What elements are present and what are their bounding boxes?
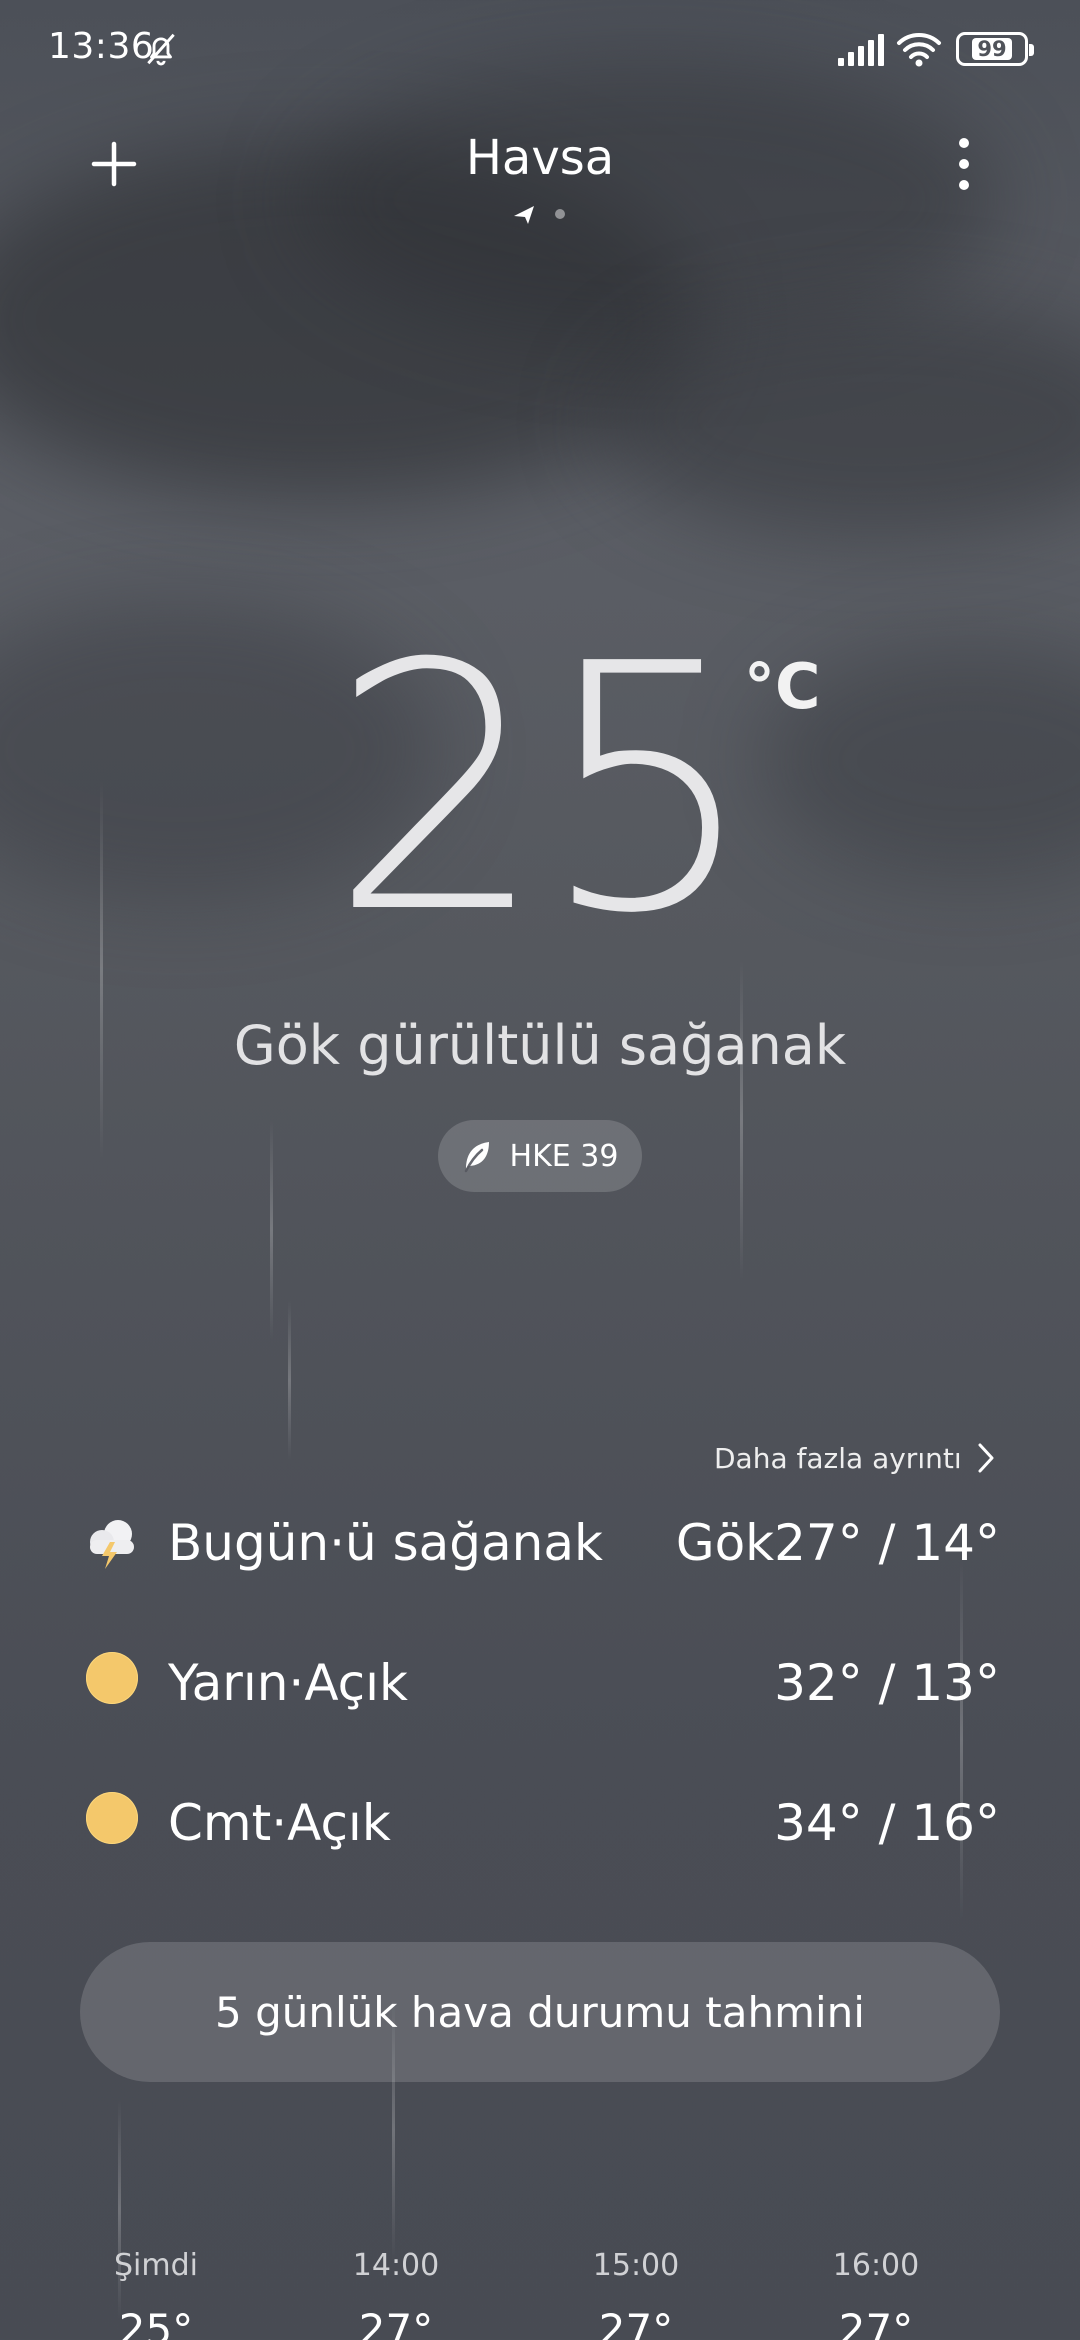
battery-level: 99 xyxy=(972,38,1012,60)
hourly-item: 15:00 27° xyxy=(556,2248,716,2340)
chevron-right-icon xyxy=(978,1443,994,1473)
status-time: 13:36 xyxy=(48,26,155,67)
more-vertical-icon xyxy=(959,138,969,148)
hourly-time: 16:00 xyxy=(832,2248,920,2283)
status-bar: 13:36 99 xyxy=(0,0,1080,100)
hourly-time: 15:00 xyxy=(592,2248,680,2283)
hourly-item: Şimdi 25° xyxy=(76,2248,236,2340)
forecast-row-tomorrow[interactable]: Yarın·Açık 32° / 13° xyxy=(80,1640,1000,1720)
current-temperature: 25 xyxy=(329,592,757,988)
page-dot xyxy=(555,209,565,219)
forecast-temp-range: Gök27° / 14° xyxy=(675,1514,1000,1572)
more-details-label: Daha fazla ayrıntı xyxy=(714,1441,962,1475)
city-name: Havsa xyxy=(465,130,615,186)
current-condition: Gök gürültülü sağanak xyxy=(233,1014,847,1077)
hourly-item: 14:00 27° xyxy=(316,2248,476,2340)
signal-icon xyxy=(838,34,884,66)
wifi-icon xyxy=(897,33,941,67)
forecast-row-saturday[interactable]: Cmt·Açık 34° / 16° xyxy=(80,1780,1000,1860)
muted-bell-icon xyxy=(147,33,175,66)
battery-icon: 99 xyxy=(956,32,1034,66)
forecast-temp-range: 32° / 13° xyxy=(774,1654,1000,1712)
leaf-icon xyxy=(464,1142,489,1173)
hourly-temp: 27° xyxy=(598,2305,674,2340)
hourly-forecast[interactable]: Şimdi 25° 14:00 27° 15:00 27° 16:00 27° xyxy=(80,2248,1000,2340)
temperature-unit: °C xyxy=(744,650,821,723)
more-details-link[interactable]: Daha fazla ayrıntı xyxy=(714,1438,996,1478)
forecast-row-today[interactable]: Bugün·ü sağanak Gök27° / 14° xyxy=(80,1500,1000,1580)
forecast-day-label: Cmt·Açık xyxy=(168,1794,391,1852)
location-arrow-icon xyxy=(514,206,534,224)
hourly-temp: 27° xyxy=(838,2305,914,2340)
air-quality-value: HKE 39 xyxy=(509,1138,619,1174)
sun-icon xyxy=(86,1792,138,1844)
more-options-button[interactable] xyxy=(944,132,984,196)
sun-icon xyxy=(86,1652,138,1704)
hourly-temp: 25° xyxy=(118,2305,194,2340)
forecast-day-label: Bugün·ü sağanak xyxy=(168,1514,603,1572)
hourly-time: 14:00 xyxy=(352,2248,440,2283)
app-header: Havsa xyxy=(0,120,1080,240)
hourly-temp: 27° xyxy=(358,2305,434,2340)
hourly-time: Şimdi xyxy=(114,2248,198,2283)
page-indicator[interactable] xyxy=(512,202,572,226)
forecast-day-label: Yarın·Açık xyxy=(168,1654,408,1712)
thunderstorm-icon xyxy=(90,1520,134,1569)
five-day-forecast-button[interactable]: 5 günlük hava durumu tahmini xyxy=(80,1942,1000,2082)
forecast-temp-range: 34° / 16° xyxy=(774,1794,1000,1852)
hourly-item: 16:00 27° xyxy=(796,2248,956,2340)
air-quality-badge[interactable]: HKE 39 xyxy=(438,1120,642,1192)
